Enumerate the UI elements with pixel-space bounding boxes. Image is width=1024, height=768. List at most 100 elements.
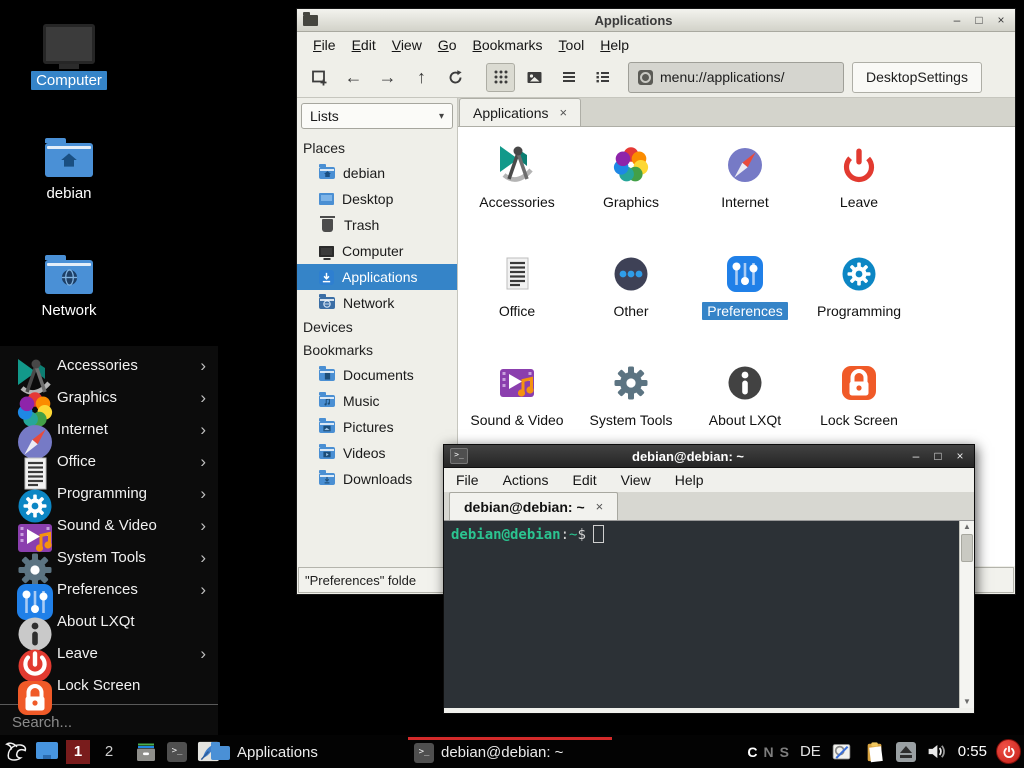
tab-close-icon[interactable]: × [596, 499, 604, 514]
menu-item-label: Preferences [57, 581, 138, 598]
keyboard-indicator[interactable]: C N S [747, 744, 789, 760]
path-segment-button[interactable]: DesktopSettings [852, 62, 982, 93]
tile-internet[interactable]: Internet [688, 135, 802, 244]
menu-help[interactable]: Help [592, 35, 637, 55]
tile-other[interactable]: Other [574, 244, 688, 353]
tab-close-icon[interactable]: × [560, 105, 568, 120]
icon-view-icon[interactable] [486, 63, 515, 92]
clock[interactable]: 0:55 [958, 743, 987, 760]
clipboard-tray-icon[interactable] [863, 740, 887, 764]
submenu-arrow-icon: › [200, 389, 206, 406]
system-tools-icon [608, 360, 654, 406]
scrollbar-thumb[interactable] [961, 534, 973, 562]
minimize-button[interactable]: – [949, 14, 965, 26]
tile-preferences[interactable]: Preferences [688, 244, 802, 353]
menu-item-label: Internet [57, 421, 108, 438]
sound-video-icon [12, 515, 32, 535]
folder-icon [211, 746, 230, 760]
detailed-view-icon[interactable] [588, 63, 617, 92]
menu-help[interactable]: Help [675, 472, 704, 488]
tile-office[interactable]: Office [460, 244, 574, 353]
workspace-2-button[interactable]: 2 [97, 740, 121, 764]
tile-accessories[interactable]: Accessories [460, 135, 574, 244]
tile-graphics[interactable]: Graphics [574, 135, 688, 244]
internet-icon [12, 419, 32, 439]
programming-icon [12, 483, 32, 503]
menu-bookmarks[interactable]: Bookmarks [465, 35, 551, 55]
thumbnail-view-icon[interactable] [520, 63, 549, 92]
close-button[interactable]: × [952, 450, 968, 462]
app-menu-button[interactable] [4, 740, 28, 764]
screenshot-tray-icon[interactable] [830, 740, 854, 764]
eject-tray-icon[interactable] [896, 742, 916, 762]
tab-terminal-session[interactable]: debian@debian: ~ × [449, 492, 618, 520]
menu-view[interactable]: View [384, 35, 430, 55]
tile-leave[interactable]: Leave [802, 135, 916, 244]
new-tab-icon[interactable] [305, 63, 334, 92]
menu-edit[interactable]: Edit [572, 472, 596, 488]
bookmarks-header: Bookmarks [301, 339, 453, 362]
up-icon[interactable]: ↑ [407, 63, 436, 92]
sidebar-item-applications[interactable]: Applications [297, 264, 457, 290]
sidebar-item-network[interactable]: Network [301, 290, 453, 316]
keyboard-layout-indicator[interactable]: DE [800, 743, 821, 760]
desktop-icon-home[interactable]: debian [17, 138, 121, 202]
reload-icon[interactable] [441, 63, 470, 92]
task-applications[interactable]: Applications [205, 737, 343, 768]
workspace-1-button[interactable]: 1 [66, 740, 90, 764]
desktop-icon-computer[interactable]: Computer [17, 24, 121, 89]
tab-applications[interactable]: Applications × [459, 98, 581, 126]
menu-item-label: About LXQt [57, 613, 135, 630]
fm-titlebar[interactable]: Applications – □ × [297, 9, 1015, 32]
terminal-launcher[interactable]: >_ [165, 740, 189, 764]
sidebar-item-pictures[interactable]: Pictures [301, 414, 453, 440]
menu-file[interactable]: File [305, 35, 344, 55]
file-manager-launcher[interactable] [134, 740, 158, 764]
close-button[interactable]: × [993, 14, 1009, 26]
sidebar-item-downloads[interactable]: Downloads [301, 466, 453, 492]
terminal-titlebar[interactable]: >_ debian@debian: ~ – □ × [444, 445, 974, 468]
side-pane-mode-select[interactable]: Lists ▾ [301, 103, 453, 129]
terminal-icon: >_ [414, 743, 434, 763]
terminal-scrollbar[interactable]: ▲ ▼ [959, 521, 974, 708]
terminal-screen[interactable]: debian@debian:~$ [444, 521, 959, 708]
sidebar-item-documents[interactable]: Documents [301, 362, 453, 388]
back-icon[interactable]: ← [339, 63, 368, 92]
submenu-arrow-icon: › [200, 485, 206, 502]
volume-tray-icon[interactable] [925, 740, 949, 764]
desktop-icon-network[interactable]: Network [17, 255, 121, 319]
graphics-icon [12, 387, 32, 407]
menu-view[interactable]: View [621, 472, 651, 488]
sidebar-item-computer[interactable]: Computer [301, 238, 453, 264]
sidebar-item-videos[interactable]: Videos [301, 440, 453, 466]
sidebar-item-trash[interactable]: Trash [301, 212, 453, 238]
fm-tab-bar: Applications × [458, 98, 1015, 126]
menu-item-accessories[interactable]: Accessories › [0, 349, 218, 381]
menu-go[interactable]: Go [430, 35, 465, 55]
forward-icon[interactable]: → [373, 63, 402, 92]
desktop-icon-label: Computer [31, 71, 107, 90]
power-button[interactable] [996, 739, 1021, 764]
maximize-button[interactable]: □ [930, 450, 946, 462]
menu-edit[interactable]: Edit [344, 35, 384, 55]
sidebar-item-music[interactable]: Music [301, 388, 453, 414]
sidebar-item-desktop[interactable]: Desktop [301, 186, 453, 212]
show-desktop-button[interactable] [35, 740, 59, 764]
compact-view-icon[interactable] [554, 63, 583, 92]
home-folder-icon [319, 167, 335, 179]
menu-actions[interactable]: Actions [503, 472, 549, 488]
fm-side-pane: Lists ▾ Places debian Desktop Trash [297, 98, 458, 566]
menu-tool[interactable]: Tool [551, 35, 593, 55]
menu-item-label: Graphics [57, 389, 117, 406]
tile-programming[interactable]: Programming [802, 244, 916, 353]
task-terminal[interactable]: >_ debian@debian: ~ [408, 737, 612, 768]
maximize-button[interactable]: □ [971, 14, 987, 26]
scroll-down-icon[interactable]: ▼ [963, 696, 971, 708]
accessories-icon [494, 142, 540, 188]
desktop-icon-label: Network [36, 301, 101, 320]
minimize-button[interactable]: – [908, 450, 924, 462]
menu-file[interactable]: File [456, 472, 479, 488]
sidebar-item-home[interactable]: debian [301, 160, 453, 186]
scroll-up-icon[interactable]: ▲ [963, 521, 971, 533]
path-bar[interactable]: menu://applications/ [628, 62, 844, 93]
